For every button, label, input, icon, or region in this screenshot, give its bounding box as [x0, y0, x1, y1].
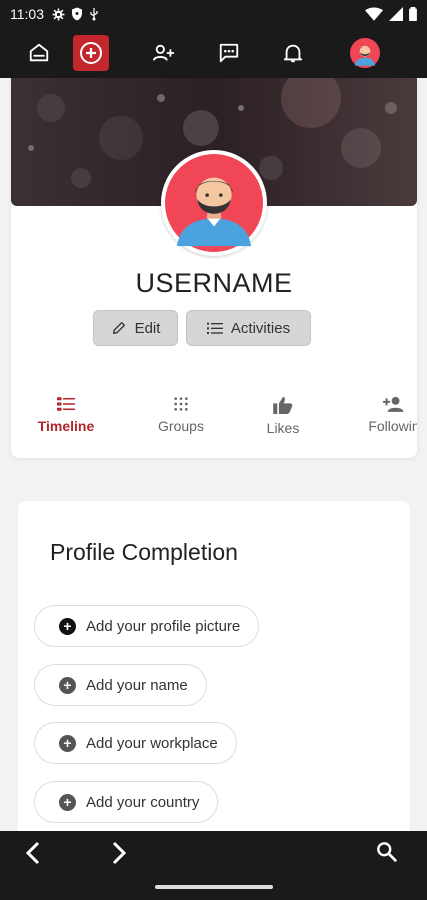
tab-label: Timeline	[37, 418, 95, 434]
completion-item-label: Add your profile picture	[86, 617, 241, 635]
home-nav-button[interactable]	[21, 35, 57, 71]
avatar-icon	[350, 38, 380, 68]
wifi-icon	[365, 7, 383, 21]
completion-item-label: Add your name	[86, 676, 188, 694]
tab-timeline[interactable]: Timeline	[21, 396, 111, 434]
home-icon	[29, 43, 49, 62]
plus-circle-icon: +	[59, 793, 76, 811]
top-nav	[0, 28, 427, 78]
activities-label: Activities	[230, 319, 291, 337]
edit-label: Edit	[134, 319, 161, 337]
chevron-left-icon	[25, 841, 40, 865]
username-heading: USERNAME	[135, 268, 293, 298]
notifications-nav-button[interactable]	[275, 35, 311, 71]
status-time: 11:03	[10, 6, 44, 22]
person-add-icon	[383, 396, 404, 412]
groups-icon	[174, 397, 188, 411]
profile-completion-title: Profile Completion	[50, 539, 238, 565]
completion-item-label: Add your workplace	[86, 734, 218, 752]
browser-bottom-toolbar	[0, 831, 427, 875]
thumb-up-icon	[273, 396, 293, 414]
tab-label: Followin	[368, 418, 417, 434]
add-name-button[interactable]: + Add your name	[34, 664, 207, 706]
forward-button[interactable]	[110, 841, 128, 870]
plus-circle-icon: +	[59, 734, 76, 752]
chevron-right-icon	[112, 841, 127, 865]
activities-button[interactable]: Activities	[186, 310, 311, 346]
edit-profile-button[interactable]: Edit	[93, 310, 178, 346]
profile-nav-button[interactable]	[347, 35, 383, 71]
tab-label: Likes	[266, 420, 300, 436]
completion-item-label: Add your country	[86, 793, 200, 811]
add-country-button[interactable]: + Add your country	[34, 781, 219, 823]
profile-tabs: Timeline Groups Likes Followin	[11, 396, 417, 446]
back-button[interactable]	[24, 841, 42, 870]
add-profile-picture-button[interactable]: + Add your profile picture	[34, 605, 260, 647]
pencil-icon	[112, 322, 125, 334]
friend-requests-nav-button[interactable]	[146, 35, 182, 71]
tab-label: Groups	[158, 418, 204, 434]
add-circle-icon	[80, 42, 102, 64]
settings-gear-icon	[52, 8, 65, 20]
add-workplace-button[interactable]: + Add your workplace	[34, 722, 237, 764]
system-nav-bar	[0, 875, 427, 900]
timeline-icon	[57, 397, 75, 411]
plus-circle-icon: +	[59, 617, 76, 635]
profile-avatar[interactable]	[161, 150, 267, 256]
search-button[interactable]	[376, 841, 398, 868]
tab-following[interactable]: Followin	[349, 396, 417, 434]
battery-icon	[409, 7, 417, 21]
tab-groups[interactable]: Groups	[136, 396, 226, 434]
messages-nav-button[interactable]	[211, 35, 247, 71]
status-bar: 11:03	[0, 0, 427, 28]
plus-circle-icon: +	[59, 676, 76, 694]
cell-signal-icon	[389, 7, 403, 21]
profile-completion-card: Profile Completion + Add your profile pi…	[18, 501, 410, 861]
profile-card: USERNAME Edit Activities Timeline Groups…	[11, 78, 417, 458]
tab-likes[interactable]: Likes	[238, 396, 328, 436]
shield-icon	[72, 7, 82, 21]
list-icon	[206, 322, 223, 334]
chat-icon	[219, 43, 239, 63]
bell-icon	[283, 44, 303, 63]
create-post-nav-button[interactable]	[73, 35, 109, 71]
person-add-icon	[153, 44, 175, 61]
search-icon	[377, 842, 398, 863]
home-indicator[interactable]	[155, 885, 273, 889]
avatar-icon	[165, 154, 263, 252]
usb-icon	[90, 8, 98, 21]
